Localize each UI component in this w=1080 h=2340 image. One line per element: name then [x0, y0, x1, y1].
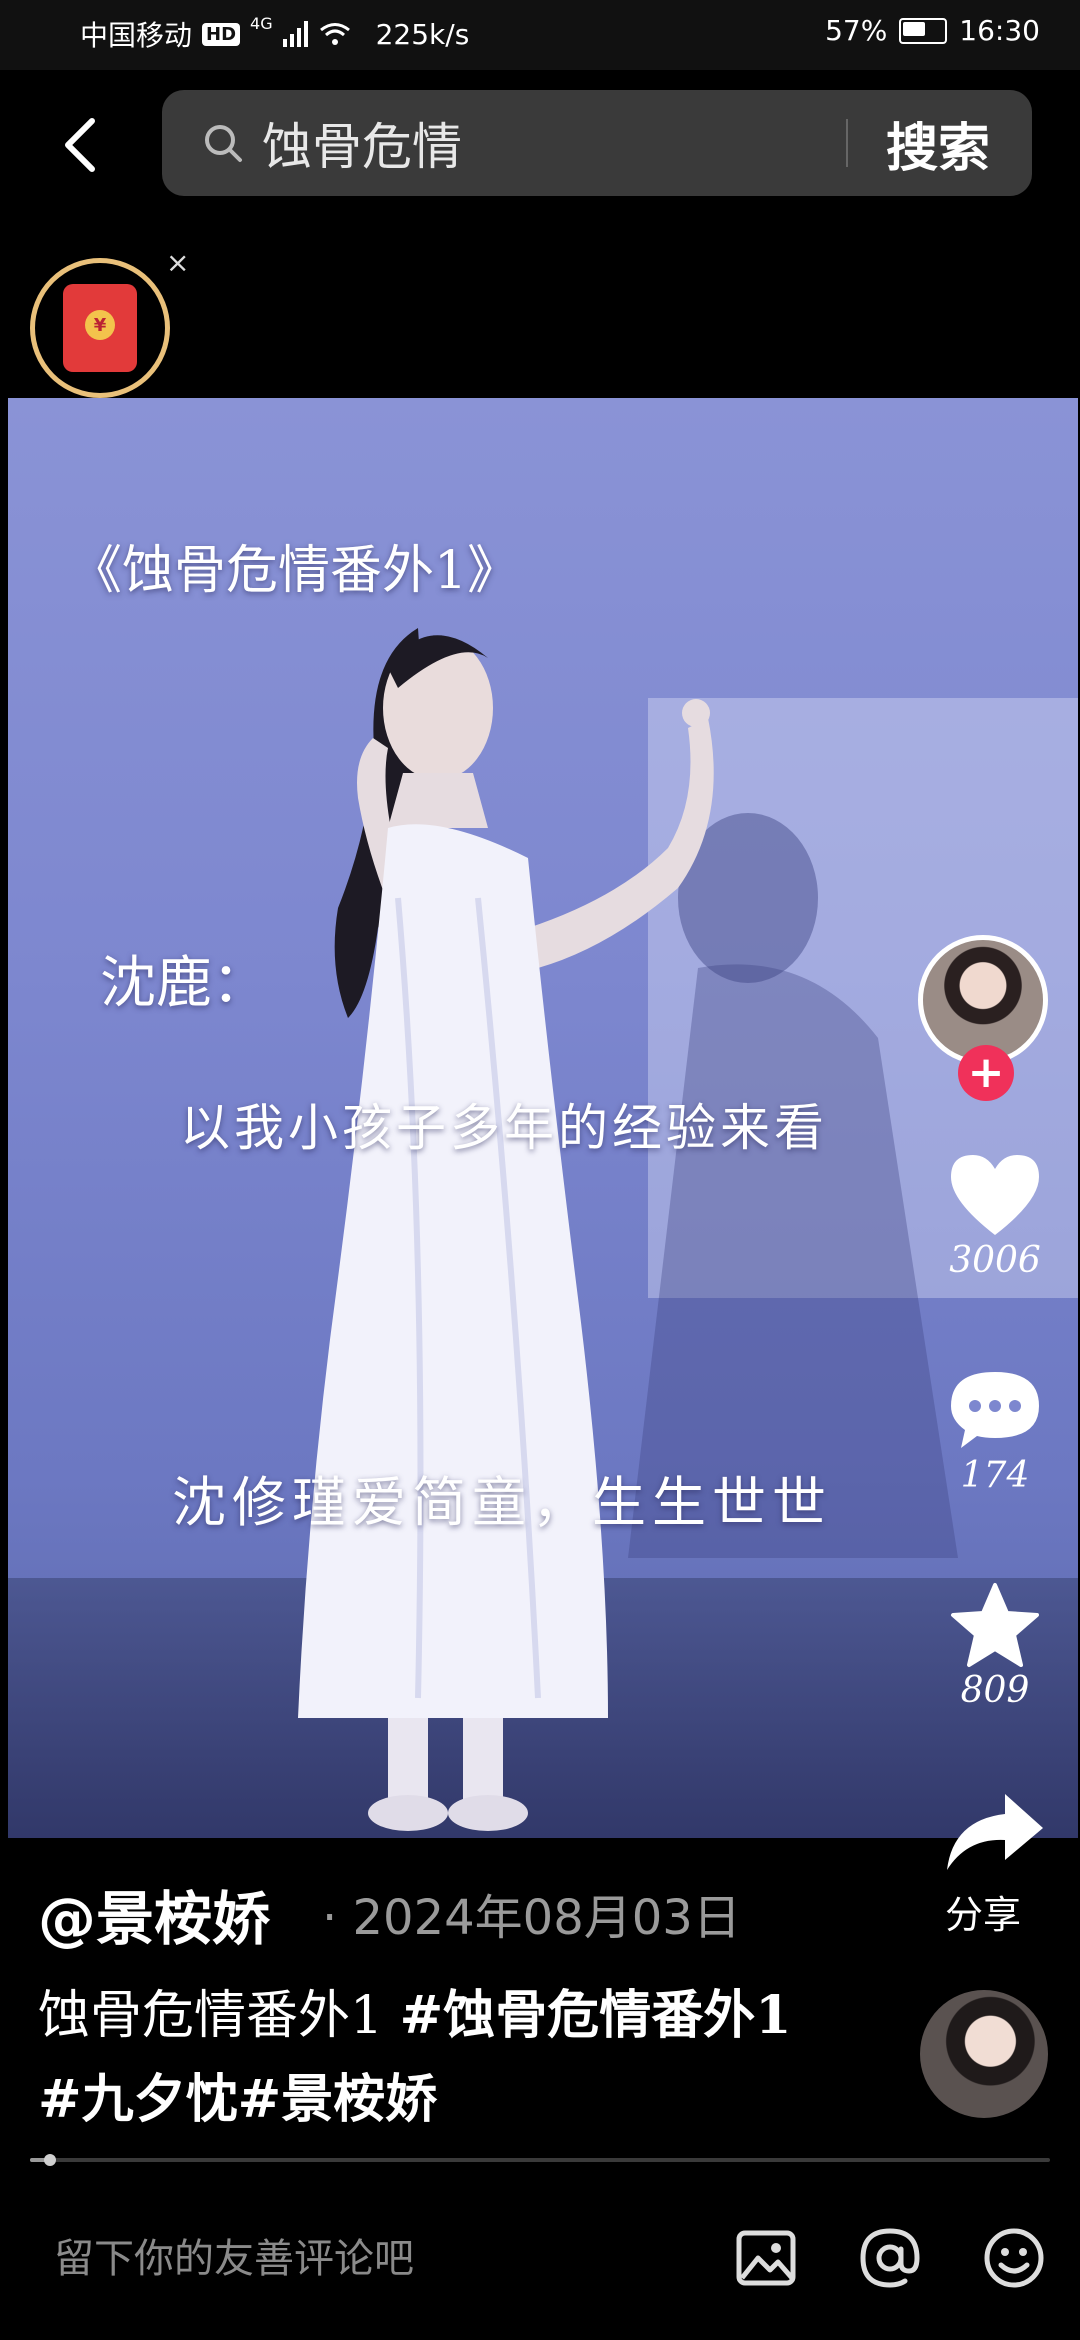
network-type: 4G [250, 14, 273, 33]
battery-icon [899, 17, 948, 44]
like-count: 3006 [949, 1240, 1041, 1281]
video-caption-speaker: 沈鹿： [100, 951, 268, 1016]
share-button[interactable] [935, 1790, 1055, 1874]
comment-count: 174 [960, 1455, 1030, 1496]
description-text: 蚀骨危情番外1 [38, 1986, 400, 2046]
video-progress-bar[interactable] [30, 2154, 1050, 2166]
at-icon [860, 2228, 920, 2288]
status-left: 中国移动 HD 4G 225k/s [80, 14, 469, 54]
comment-bubble-icon [951, 1372, 1039, 1448]
clock: 16:30 [959, 14, 1040, 47]
progress-knob[interactable] [44, 2154, 57, 2166]
search-input[interactable]: 蚀骨危情 [262, 107, 846, 179]
status-right: 57% 16:30 [825, 14, 1040, 47]
back-button[interactable] [50, 110, 110, 180]
star-icon [951, 1583, 1039, 1667]
image-button[interactable] [734, 2226, 798, 2290]
battery-percent: 57% [825, 14, 888, 47]
video-caption-line1: 以我小孩子多年的经验来看 [180, 1099, 828, 1157]
follow-button[interactable]: + [958, 1045, 1014, 1101]
dancer-image [298, 628, 714, 1831]
coin-icon: ¥ [85, 310, 115, 340]
red-packet-widget[interactable]: ¥ [30, 258, 170, 398]
like-button[interactable] [945, 1150, 1045, 1240]
mention-button[interactable] [858, 2226, 922, 2290]
favorite-group[interactable]: 809 [935, 1580, 1055, 1711]
emoji-button[interactable] [982, 2226, 1046, 2290]
author-name[interactable]: @景桉娇 [38, 1872, 270, 1956]
carrier-label: 中国移动 [80, 19, 193, 52]
hd-badge: HD [202, 22, 241, 46]
search-bar[interactable]: 蚀骨危情 搜索 [162, 90, 1032, 196]
chevron-left-icon [65, 118, 95, 172]
search-icon [205, 125, 242, 162]
like-group[interactable]: 3006 [935, 1150, 1055, 1281]
comment-input[interactable]: 留下你的友善评论吧 [54, 2226, 414, 2284]
post-description: 蚀骨危情番外1 #蚀骨危情番外1 #九夕忱#景桉娇 [38, 1974, 798, 2142]
share-arrow-icon [947, 1794, 1043, 1870]
red-packet-icon: ¥ [63, 284, 137, 372]
favorite-button[interactable] [945, 1580, 1045, 1670]
video-caption-title: 《蚀骨危情番外1》 [70, 541, 520, 601]
comment-button[interactable] [945, 1365, 1045, 1455]
image-icon [736, 2230, 796, 2286]
favorite-count: 809 [960, 1670, 1030, 1711]
search-divider [845, 119, 848, 167]
red-packet-close-button[interactable]: × [166, 246, 189, 279]
video-caption-line2: 沈修瑾爱简童，生生世世 [172, 1471, 832, 1534]
wifi-icon [319, 23, 350, 45]
emoji-icon [984, 2228, 1044, 2288]
share-label: 分享 [945, 1893, 1022, 1937]
video-player[interactable]: 《蚀骨危情番外1》 沈鹿： 以我小孩子多年的经验来看 沈修瑾爱简童，生生世世 [8, 398, 1078, 1838]
heart-icon [951, 1155, 1039, 1235]
post-date: · 2024年08月03日 [322, 1890, 741, 1946]
search-button[interactable]: 搜索 [886, 106, 990, 181]
signal-icon [282, 21, 308, 47]
network-speed: 225k/s [375, 17, 470, 51]
music-disc-avatar[interactable] [920, 1990, 1048, 2118]
comment-group[interactable]: 174 [935, 1365, 1055, 1496]
